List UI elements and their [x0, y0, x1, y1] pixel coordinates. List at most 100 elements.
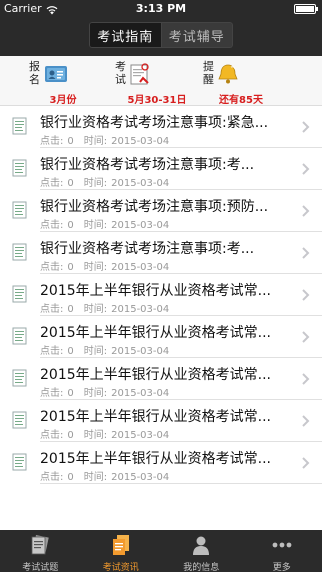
list-item-title: 2015年上半年银行从业资格考试常... [40, 325, 271, 340]
item-date: 2015-03-04 [111, 346, 170, 357]
item-date: 2015-03-04 [111, 388, 170, 399]
document-icon [12, 453, 27, 471]
list-item[interactable]: 2015年上半年银行从业资格考试常... 点击: 0 时间: 2015-03-04 [0, 274, 322, 316]
clicks-label: 点击: [40, 430, 64, 441]
list-item-meta: 点击: 0 时间: 2015-03-04 [40, 258, 173, 273]
tab-label: 我的信息 [183, 563, 220, 572]
time-label: 时间: [83, 388, 108, 399]
exam-paper-icon [31, 534, 49, 555]
exam-date: 5月30-31日 [127, 95, 187, 106]
list-item-meta: 点击: 0 时间: 2015-03-04 [40, 342, 173, 357]
chevron-right-icon [302, 415, 310, 427]
clicks-label: 点击: [40, 304, 64, 315]
more-icon [272, 542, 292, 548]
time-label: 时间: [83, 304, 108, 315]
info-registration: 报名 3月份 [18, 60, 108, 106]
time-label: 时间: [83, 472, 108, 483]
document-icon [12, 327, 27, 345]
tab-my-info[interactable]: 我的信息 [161, 530, 242, 572]
status-bar: Carrier 3:13 PM [0, 0, 322, 18]
list-item-title: 银行业资格考试考场注意事项:考... [40, 157, 255, 172]
item-date: 2015-03-04 [111, 262, 170, 273]
chevron-right-icon [302, 121, 310, 133]
list-item-meta: 点击: 0 时间: 2015-03-04 [40, 174, 173, 189]
chevron-right-icon [302, 457, 310, 469]
document-icon [12, 117, 27, 135]
clicks-count: 0 [67, 388, 74, 399]
chevron-right-icon [302, 163, 310, 175]
clicks-count: 0 [67, 472, 74, 483]
clicks-label: 点击: [40, 136, 64, 147]
list-item[interactable]: 银行业资格考试考场注意事项:预防... 点击: 0 时间: 2015-03-04 [0, 190, 322, 232]
tab-exam-news[interactable]: 考试资讯 [81, 530, 162, 572]
tab-exam-tutoring[interactable]: 考试辅导 [161, 22, 233, 48]
clicks-count: 0 [67, 304, 74, 315]
battery-icon [294, 4, 318, 14]
list-item[interactable]: 2015年上半年银行从业资格考试常... 点击: 0 时间: 2015-03-04 [0, 400, 322, 442]
chevron-right-icon [302, 373, 310, 385]
list-item[interactable]: 2015年上半年银行从业资格考试常... 点击: 0 时间: 2015-03-04 [0, 442, 322, 484]
registration-date: 3月份 [49, 95, 77, 106]
status-time: 3:13 PM [135, 2, 187, 15]
clicks-label: 点击: [40, 262, 64, 273]
info-tag-registration: 报名 [29, 60, 40, 86]
chevron-right-icon [302, 247, 310, 259]
item-date: 2015-03-04 [111, 430, 170, 441]
document-icon [12, 285, 27, 303]
chevron-right-icon [302, 289, 310, 301]
clicks-label: 点击: [40, 178, 64, 189]
id-card-icon [45, 66, 67, 82]
info-tag-exam: 考试 [115, 60, 126, 86]
clicks-count: 0 [67, 136, 74, 147]
tab-more[interactable]: 更多 [242, 530, 322, 572]
time-label: 时间: [83, 136, 108, 147]
list-item-title: 2015年上半年银行从业资格考试常... [40, 409, 271, 424]
segmented-control: 考试指南 考试辅导 [89, 22, 233, 48]
exam-schedule-strip: 报名 3月份 考试 5月30-31日 提醒 还有85天 [0, 56, 322, 106]
time-label: 时间: [83, 430, 108, 441]
user-icon [193, 536, 210, 555]
document-icon [12, 201, 27, 219]
list-item-meta: 点击: 0 时间: 2015-03-04 [40, 216, 173, 231]
list-item-meta: 点击: 0 时间: 2015-03-04 [40, 132, 173, 147]
news-list: 银行业资格考试考场注意事项:紧急... 点击: 0 时间: 2015-03-04 银行… [0, 106, 322, 484]
list-item[interactable]: 银行业资格考试考场注意事项:考... 点击: 0 时间: 2015-03-04 [0, 232, 322, 274]
list-item[interactable]: 2015年上半年银行从业资格考试常... 点击: 0 时间: 2015-03-04 [0, 316, 322, 358]
document-icon [12, 159, 27, 177]
tab-exam-questions[interactable]: 考试试题 [0, 530, 81, 572]
time-label: 时间: [83, 346, 108, 357]
clicks-label: 点击: [40, 388, 64, 399]
list-item-title: 银行业资格考试考场注意事项:紧急... [40, 115, 269, 130]
clicks-count: 0 [67, 430, 74, 441]
item-date: 2015-03-04 [111, 178, 170, 189]
list-item-meta: 点击: 0 时间: 2015-03-04 [40, 468, 173, 483]
tab-label: 更多 [272, 563, 291, 572]
clicks-count: 0 [67, 346, 74, 357]
list-item-title: 2015年上半年银行从业资格考试常... [40, 451, 271, 466]
reminder-days: 还有85天 [219, 95, 263, 106]
list-item-title: 2015年上半年银行从业资格考试常... [40, 367, 271, 382]
item-date: 2015-03-04 [111, 304, 170, 315]
navigation-header: Carrier 3:13 PM 考试指南 考试辅导 [0, 0, 322, 56]
bell-icon [218, 64, 238, 84]
list-item-meta: 点击: 0 时间: 2015-03-04 [40, 384, 173, 399]
clicks-count: 0 [67, 262, 74, 273]
list-item[interactable]: 银行业资格考试考场注意事项:紧急... 点击: 0 时间: 2015-03-04 [0, 106, 322, 148]
time-label: 时间: [83, 220, 108, 231]
list-item[interactable]: 银行业资格考试考场注意事项:考... 点击: 0 时间: 2015-03-04 [0, 148, 322, 190]
news-icon [112, 535, 129, 555]
list-item-title: 银行业资格考试考场注意事项:考... [40, 241, 255, 256]
info-reminder: 提醒 还有85天 [196, 60, 286, 106]
tab-label: 考试试题 [22, 563, 59, 572]
list-item-title: 银行业资格考试考场注意事项:预防... [40, 199, 269, 214]
document-icon [12, 369, 27, 387]
clicks-label: 点击: [40, 346, 64, 357]
bottom-tab-bar: 考试试题 考试资讯 我的信息 更多 [0, 530, 322, 572]
clicks-count: 0 [67, 178, 74, 189]
exam-form-icon [130, 63, 149, 85]
item-date: 2015-03-04 [111, 136, 170, 147]
chevron-right-icon [302, 331, 310, 343]
tab-exam-guide[interactable]: 考试指南 [89, 22, 162, 48]
list-item[interactable]: 2015年上半年银行从业资格考试常... 点击: 0 时间: 2015-03-04 [0, 358, 322, 400]
info-exam: 考试 5月30-31日 [112, 60, 202, 106]
